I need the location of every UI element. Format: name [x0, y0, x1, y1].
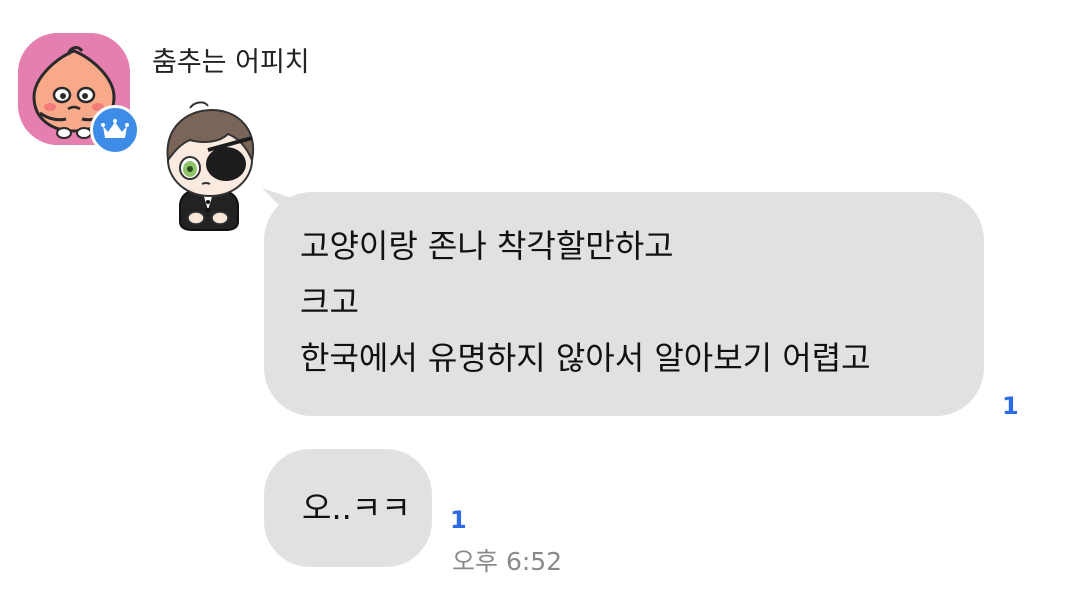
message-bubble-1[interactable]: 고양이랑 존나 착각할만하고 크고 한국에서 유명하지 않아서 알아보기 어렵고 — [264, 192, 984, 416]
unread-count: 1 — [450, 506, 467, 534]
message-line: 한국에서 유명하지 않아서 알아보기 어렵고 — [300, 339, 871, 377]
message-bubble-2[interactable]: 오..ㅋㅋ — [264, 449, 432, 567]
chat-view: 춤추는 어피치 고양이랑 존나 착각할만하고 크고 한국에서 유명하지 않아서 … — [0, 0, 1080, 591]
eyepatch-boy-sticker[interactable] — [150, 98, 268, 232]
crown-badge — [90, 105, 140, 155]
message-line: 크고 — [300, 283, 359, 321]
crown-icon — [101, 119, 129, 138]
unread-count: 1 — [1002, 392, 1019, 420]
message-line: 고양이랑 존나 착각할만하고 — [300, 227, 674, 265]
sender-name: 춤추는 어피치 — [152, 47, 310, 78]
message-timestamp: 오후 6:52 — [452, 547, 563, 576]
